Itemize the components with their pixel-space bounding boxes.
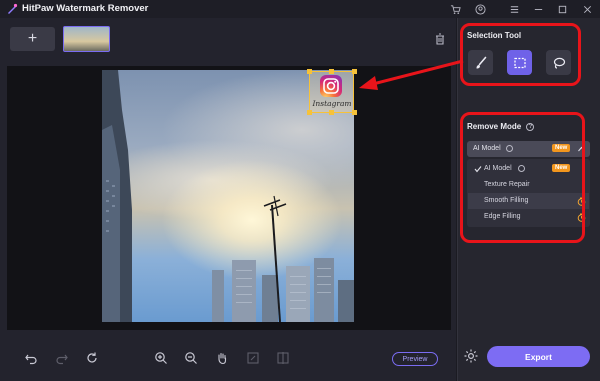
watermark-text: Instagram	[312, 99, 352, 108]
undo-icon[interactable]	[24, 351, 38, 365]
selection-handle[interactable]	[329, 69, 334, 74]
zoom-out-icon[interactable]	[184, 351, 198, 365]
trash-icon[interactable]	[433, 32, 447, 46]
zoom-in-icon[interactable]	[154, 351, 168, 365]
settings-gear-icon[interactable]	[463, 348, 479, 364]
selection-handle[interactable]	[307, 110, 312, 115]
reset-icon[interactable]	[85, 351, 99, 365]
maximize-icon[interactable]	[555, 2, 569, 16]
close-icon[interactable]	[580, 2, 594, 16]
compare-icon[interactable]	[276, 351, 290, 365]
export-button[interactable]: Export	[487, 346, 590, 367]
annotation-box-remove-mode	[460, 112, 585, 243]
preview-button[interactable]: Preview	[392, 352, 438, 366]
image-thumbnail[interactable]	[63, 26, 110, 52]
selection-handle[interactable]	[307, 69, 312, 74]
add-image-button[interactable]: +	[10, 27, 55, 51]
fit-screen-icon[interactable]	[246, 351, 260, 365]
selection-handle[interactable]	[352, 110, 357, 115]
minimize-icon[interactable]	[531, 2, 545, 16]
redo-icon[interactable]	[55, 351, 69, 365]
selection-handle[interactable]	[329, 110, 334, 115]
app-title: HitPaw Watermark Remover	[22, 3, 149, 14]
instagram-logo-icon	[320, 75, 342, 97]
annotation-arrow	[359, 59, 464, 90]
app-logo-icon	[8, 3, 18, 14]
annotation-box-selection-tool	[460, 23, 581, 86]
account-icon[interactable]	[473, 2, 487, 16]
menu-icon[interactable]	[507, 2, 521, 16]
cart-icon[interactable]	[448, 2, 462, 16]
hand-icon[interactable]	[215, 351, 229, 365]
